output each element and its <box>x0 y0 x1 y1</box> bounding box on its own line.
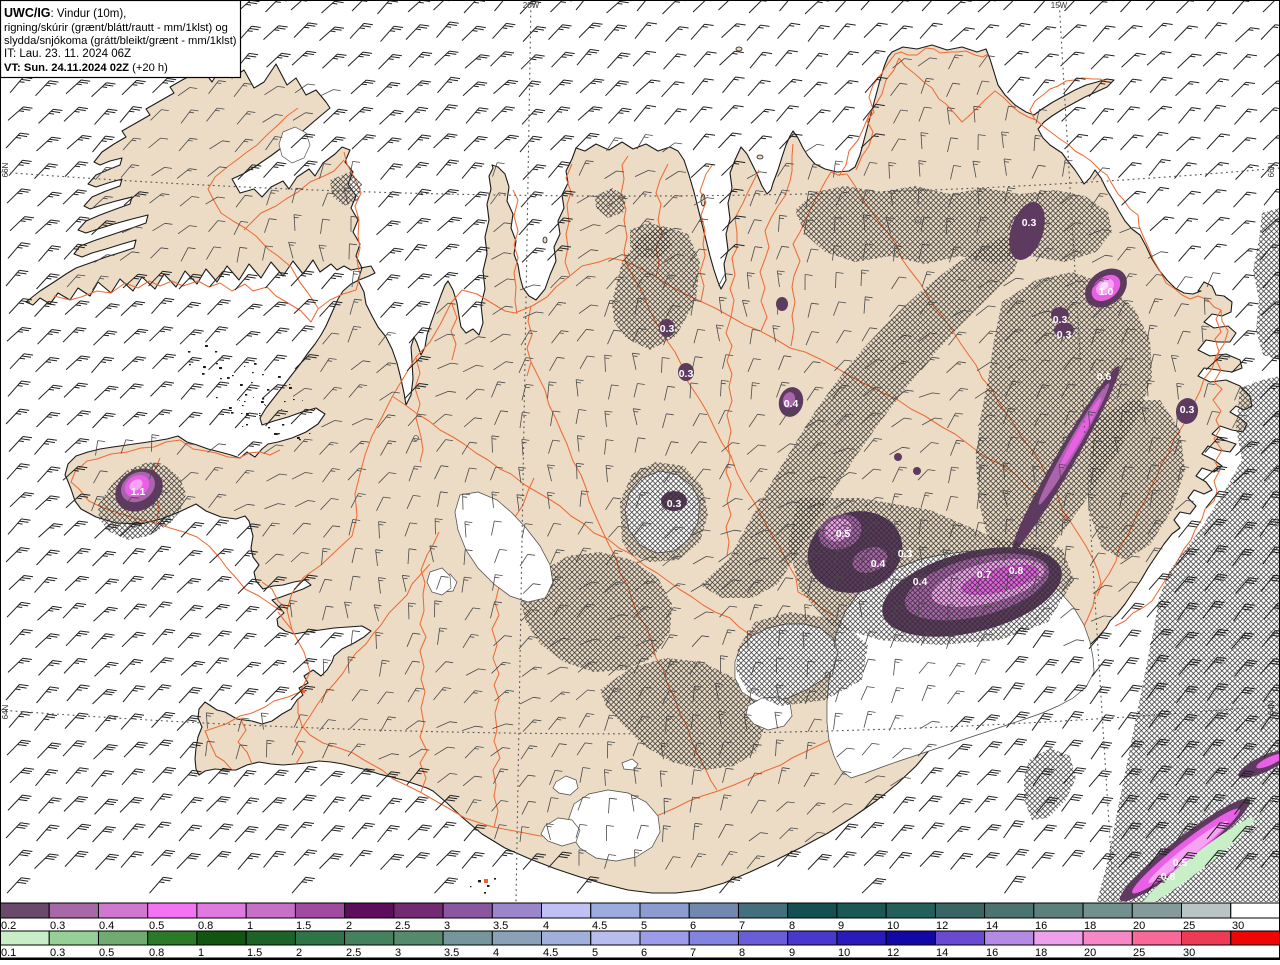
svg-text:7: 7 <box>739 920 745 932</box>
svg-text:9: 9 <box>838 920 844 932</box>
svg-text:25: 25 <box>1133 947 1145 959</box>
svg-text:0.4: 0.4 <box>871 558 886 570</box>
svg-text:18: 18 <box>1084 920 1096 932</box>
svg-text:16: 16 <box>1035 920 1047 932</box>
svg-text:0.5: 0.5 <box>1173 857 1188 869</box>
svg-text:5: 5 <box>592 947 598 959</box>
svg-text:UWC/IG: Vindur (10m),: UWC/IG: Vindur (10m), <box>4 6 126 20</box>
svg-text:VT: Sun. 24.11.2024 02Z (+20 h: VT: Sun. 24.11.2024 02Z (+20 h) <box>4 62 168 74</box>
svg-text:1.0: 1.0 <box>1099 286 1114 298</box>
svg-text:12: 12 <box>887 947 899 959</box>
svg-text:1: 1 <box>198 947 204 959</box>
svg-text:0.3: 0.3 <box>1022 217 1037 229</box>
svg-text:3: 3 <box>444 920 450 932</box>
svg-text:0.5: 0.5 <box>99 947 114 959</box>
svg-text:0.3: 0.3 <box>50 920 65 932</box>
svg-text:0.3: 0.3 <box>660 323 675 335</box>
svg-text:6: 6 <box>641 947 647 959</box>
svg-text:5: 5 <box>641 920 647 932</box>
svg-text:1.1: 1.1 <box>131 486 146 498</box>
svg-text:30: 30 <box>1232 920 1244 932</box>
svg-text:0.5: 0.5 <box>149 920 164 932</box>
svg-text:0.1: 0.1 <box>1 947 16 959</box>
svg-text:18: 18 <box>1035 947 1047 959</box>
svg-text:0.2: 0.2 <box>1 920 16 932</box>
svg-text:4: 4 <box>493 947 499 959</box>
svg-text:0.3: 0.3 <box>667 498 682 510</box>
svg-text:1.5: 1.5 <box>296 920 311 932</box>
svg-text:64N: 64N <box>1267 700 1276 715</box>
svg-text:0.3: 0.3 <box>898 548 913 560</box>
svg-text:16: 16 <box>986 947 998 959</box>
svg-text:9: 9 <box>789 947 795 959</box>
svg-text:3.5: 3.5 <box>444 947 459 959</box>
svg-text:rigning/skúrir (grænt/blátt/ra: rigning/skúrir (grænt/blátt/rautt - mm/1… <box>4 22 228 34</box>
svg-text:2.5: 2.5 <box>395 920 410 932</box>
svg-text:0.8: 0.8 <box>1009 565 1024 577</box>
svg-text:64N: 64N <box>1 704 10 719</box>
svg-text:0.3: 0.3 <box>1180 404 1195 416</box>
svg-text:3: 3 <box>395 947 401 959</box>
svg-text:0.6: 0.6 <box>1097 371 1112 383</box>
svg-text:0.5: 0.5 <box>836 528 851 540</box>
svg-text:10: 10 <box>887 920 899 932</box>
svg-text:1: 1 <box>247 920 253 932</box>
svg-text:7: 7 <box>690 947 696 959</box>
svg-text:66N: 66N <box>1267 162 1276 177</box>
svg-text:2: 2 <box>346 920 352 932</box>
svg-text:12: 12 <box>936 920 948 932</box>
svg-text:1.5: 1.5 <box>247 947 262 959</box>
svg-text:14: 14 <box>986 920 998 932</box>
svg-text:8: 8 <box>789 920 795 932</box>
svg-text:0.3: 0.3 <box>50 947 65 959</box>
svg-text:0.7: 0.7 <box>977 569 992 581</box>
svg-text:0.3: 0.3 <box>1057 329 1072 341</box>
svg-text:0.4: 0.4 <box>784 398 799 410</box>
svg-text:20: 20 <box>1133 920 1145 932</box>
svg-text:8: 8 <box>739 947 745 959</box>
svg-text:IT: Lau. 23. 11. 2024 06Z: IT: Lau. 23. 11. 2024 06Z <box>4 48 131 60</box>
svg-text:0.3: 0.3 <box>679 368 694 380</box>
svg-text:66N: 66N <box>1 162 10 177</box>
svg-text:2.5: 2.5 <box>346 947 361 959</box>
svg-text:25: 25 <box>1183 920 1195 932</box>
svg-text:0.4: 0.4 <box>99 920 114 932</box>
svg-text:0.3: 0.3 <box>1053 314 1068 326</box>
svg-text:0.8: 0.8 <box>198 920 213 932</box>
svg-text:4.5: 4.5 <box>592 920 607 932</box>
svg-text:3.5: 3.5 <box>493 920 508 932</box>
svg-text:6: 6 <box>690 920 696 932</box>
svg-text:4: 4 <box>543 920 549 932</box>
svg-text:0.8: 0.8 <box>1161 871 1176 883</box>
svg-text:0.8: 0.8 <box>149 947 164 959</box>
svg-text:2: 2 <box>296 947 302 959</box>
svg-text:slydda/snjókoma (grátt/bleikt/: slydda/snjókoma (grátt/bleikt/grænt - mm… <box>4 35 237 47</box>
svg-text:15W: 15W <box>1051 1 1068 10</box>
svg-text:0.4: 0.4 <box>913 576 928 588</box>
svg-text:10: 10 <box>838 947 850 959</box>
svg-text:20W: 20W <box>523 1 540 10</box>
svg-text:14: 14 <box>936 947 948 959</box>
svg-text:30: 30 <box>1183 947 1195 959</box>
svg-text:20: 20 <box>1084 947 1096 959</box>
svg-text:4.5: 4.5 <box>543 947 558 959</box>
